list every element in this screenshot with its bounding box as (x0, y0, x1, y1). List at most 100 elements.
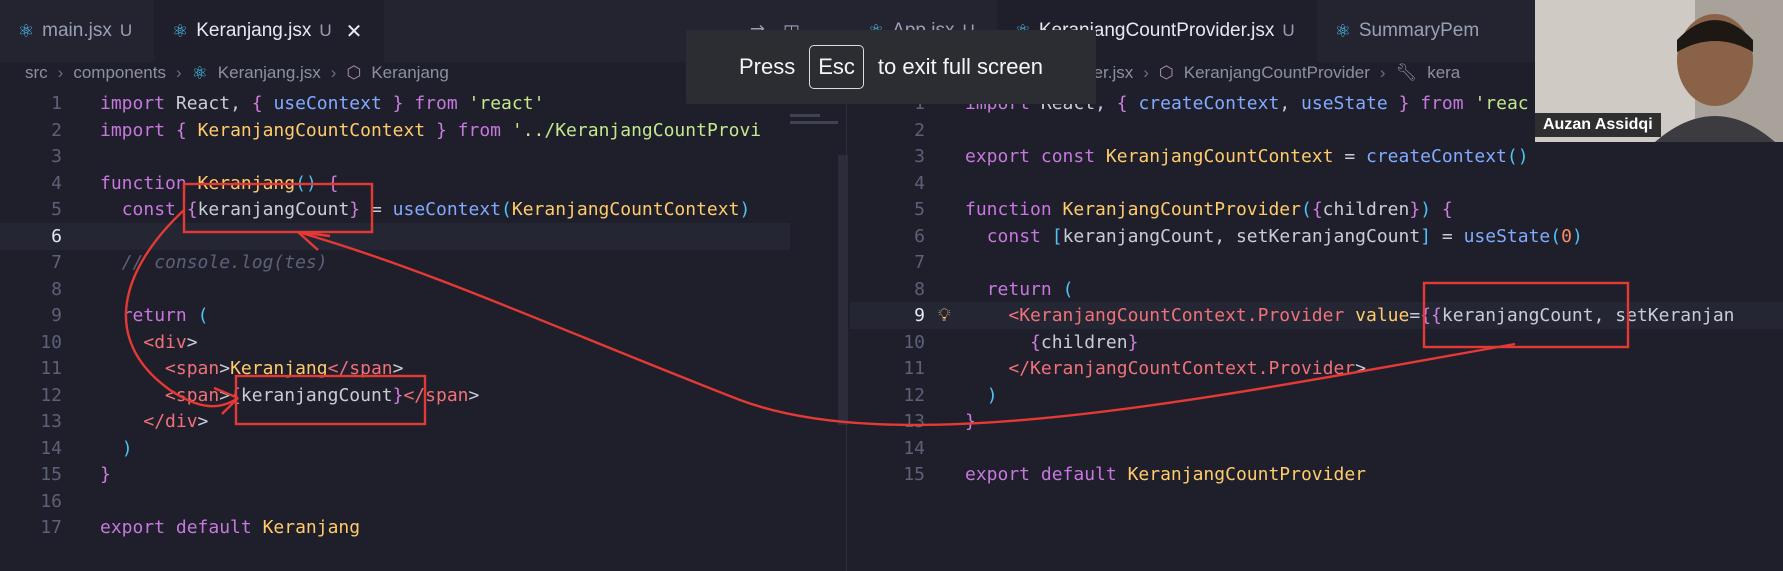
line-number[interactable]: 14 (850, 435, 925, 462)
line-number[interactable]: 3 (0, 143, 62, 170)
line-number[interactable]: 3 (850, 143, 925, 170)
participant-name: Auzan Assidqi (1535, 113, 1661, 137)
code-line[interactable]: 5 function KeranjangCountProvider({childr… (850, 196, 1783, 223)
tab-summary[interactable]: ⚛ SummaryPem (1317, 0, 1502, 62)
line-number[interactable]: 2 (850, 117, 925, 144)
code-line[interactable]: 13 </div> (0, 408, 790, 435)
code-line[interactable]: 15} (0, 461, 790, 488)
code-text: ) (986, 384, 998, 406)
editor-right[interactable]: 1import React, { createContext, useState… (850, 90, 1783, 571)
code-line[interactable]: 10 <div> (0, 329, 790, 356)
symbol-icon: ⬡ (346, 63, 362, 82)
line-number[interactable]: 7 (850, 249, 925, 276)
breadcrumb-item[interactable]: Keranjang (371, 63, 449, 83)
code-line[interactable]: 12 ) (850, 382, 1783, 409)
code-line[interactable]: 3 export const KeranjangCountContext = cr… (850, 143, 1783, 170)
editor-divider[interactable] (846, 62, 847, 571)
line-number[interactable]: 6 (850, 223, 925, 250)
lightbulb-icon[interactable]: 💡︎ (938, 302, 951, 329)
chevron-right-icon: › (57, 63, 64, 82)
code-text: <div> (143, 331, 198, 353)
code-line[interactable]: 11 <span>Keranjang</span> (0, 355, 790, 382)
close-icon[interactable]: ✕ (346, 19, 363, 44)
code-line[interactable]: 8 return ( (850, 276, 1783, 303)
code-text: import React, { useContext } from 'react… (100, 93, 545, 114)
line-number[interactable]: 13 (0, 408, 62, 435)
line-number[interactable]: 4 (0, 170, 62, 197)
code-text: function Keranjang() { (100, 172, 339, 194)
code-text: import { KeranjangCountContext } from '.… (100, 119, 762, 141)
code-line[interactable]: 14 ) (0, 435, 790, 462)
line-number[interactable]: 14 (0, 435, 62, 462)
editor-left[interactable]: 1 import React, { useContext } from 'reac… (0, 90, 790, 571)
line-number[interactable]: 15 (0, 461, 62, 488)
line-number[interactable]: 9 (0, 302, 62, 329)
code-line[interactable]: 16 (0, 488, 790, 515)
code-line[interactable]: 6 const [keranjangCount, setKeranjangCou… (850, 223, 1783, 250)
line-number[interactable]: 9 (850, 302, 925, 329)
code-line[interactable]: 17 export default Keranjang (0, 514, 790, 541)
line-number[interactable]: 10 (850, 329, 925, 356)
line-number[interactable]: 17 (0, 514, 62, 541)
code-text: // console.log(tes) (121, 252, 328, 273)
code-line[interactable]: 10 {children} (850, 329, 1783, 356)
line-number[interactable]: 4 (850, 170, 925, 197)
code-line[interactable]: 2 import { KeranjangCountContext } from '… (0, 117, 790, 144)
line-number[interactable]: 6 (0, 223, 62, 250)
code-line[interactable]: 12 <span>{keranjangCount}</span> (0, 382, 790, 409)
tab-main-jsx[interactable]: ⚛ main.jsx U (0, 0, 154, 62)
line-number[interactable]: 1 (0, 90, 62, 117)
code-line[interactable]: 4 (850, 170, 1783, 197)
code-line[interactable]: 4 function Keranjang() { (0, 170, 790, 197)
code-line[interactable]: 7 (850, 249, 1783, 276)
breadcrumb-item[interactable]: kera (1427, 63, 1460, 83)
line-number[interactable]: 7 (0, 249, 62, 276)
tab-badge: U (1282, 21, 1295, 40)
chevron-right-icon: › (1143, 63, 1149, 82)
code-text: const [keranjangCount, setKeranjangCount… (986, 225, 1583, 247)
tab-badge: U (319, 21, 332, 40)
code-text: } (100, 464, 111, 485)
line-number[interactable]: 11 (850, 355, 925, 382)
line-number[interactable]: 8 (0, 276, 62, 303)
code-line[interactable]: 5 const {keranjangCount} = useContext(Ke… (0, 196, 790, 223)
code-line[interactable]: 9 return ( (0, 302, 790, 329)
code-line[interactable]: 3 (0, 143, 790, 170)
toast-text-before: Press (738, 54, 796, 79)
code-text: <KeranjangCountContext.Provider value={{… (1008, 305, 1735, 326)
code-line[interactable]: 7 // console.log(tes) (0, 249, 790, 276)
line-number[interactable]: 16 (0, 488, 62, 515)
line-number[interactable]: 13 (850, 408, 925, 435)
code-text: return ( (986, 278, 1074, 300)
code-line[interactable]: 9 <KeranjangCountContext.Provider value=… (850, 302, 1783, 329)
breadcrumb-item[interactable]: src (25, 63, 48, 83)
code-line[interactable]: 13} (850, 408, 1783, 435)
line-number[interactable]: 11 (0, 355, 62, 382)
line-number[interactable]: 10 (0, 329, 62, 356)
line-number[interactable]: 2 (0, 117, 62, 144)
code-line[interactable]: 14 (850, 435, 1783, 462)
chevron-right-icon: › (1379, 63, 1386, 82)
code-text: {children} (1030, 331, 1139, 353)
breadcrumb-item[interactable]: components (73, 63, 166, 83)
code-line[interactable]: 6 (0, 222, 790, 250)
line-number[interactable]: 12 (0, 382, 62, 409)
tab-label: Keranjang.jsx (196, 20, 312, 41)
code-line[interactable]: 11 </KeranjangCountContext.Provider> (850, 355, 1783, 382)
tab-keranjang-jsx[interactable]: ⚛ Keranjang.jsx U ✕ (154, 0, 385, 62)
fullscreen-toast: Press Esc to exit full screen (686, 30, 1096, 104)
breadcrumb-item[interactable]: KeranjangCountProvider (1184, 63, 1370, 83)
code-line[interactable]: 15 export default KeranjangCountProvider (850, 461, 1783, 488)
line-number[interactable]: 8 (850, 276, 925, 303)
line-number[interactable]: 15 (850, 461, 925, 488)
line-number[interactable]: 12 (850, 382, 925, 409)
line-number[interactable]: 5 (850, 196, 925, 223)
react-icon: ⚛ (18, 20, 35, 41)
code-line[interactable]: 8 (0, 276, 790, 303)
symbol-icon: ⬡ (1158, 63, 1174, 82)
line-number[interactable]: 5 (0, 196, 62, 223)
code-text: export default Keranjang (100, 517, 361, 538)
code-line[interactable]: 1 import React, { useContext } from 'reac… (0, 90, 790, 117)
tab-badge: U (119, 21, 133, 40)
breadcrumb-item[interactable]: Keranjang.jsx (218, 63, 321, 83)
